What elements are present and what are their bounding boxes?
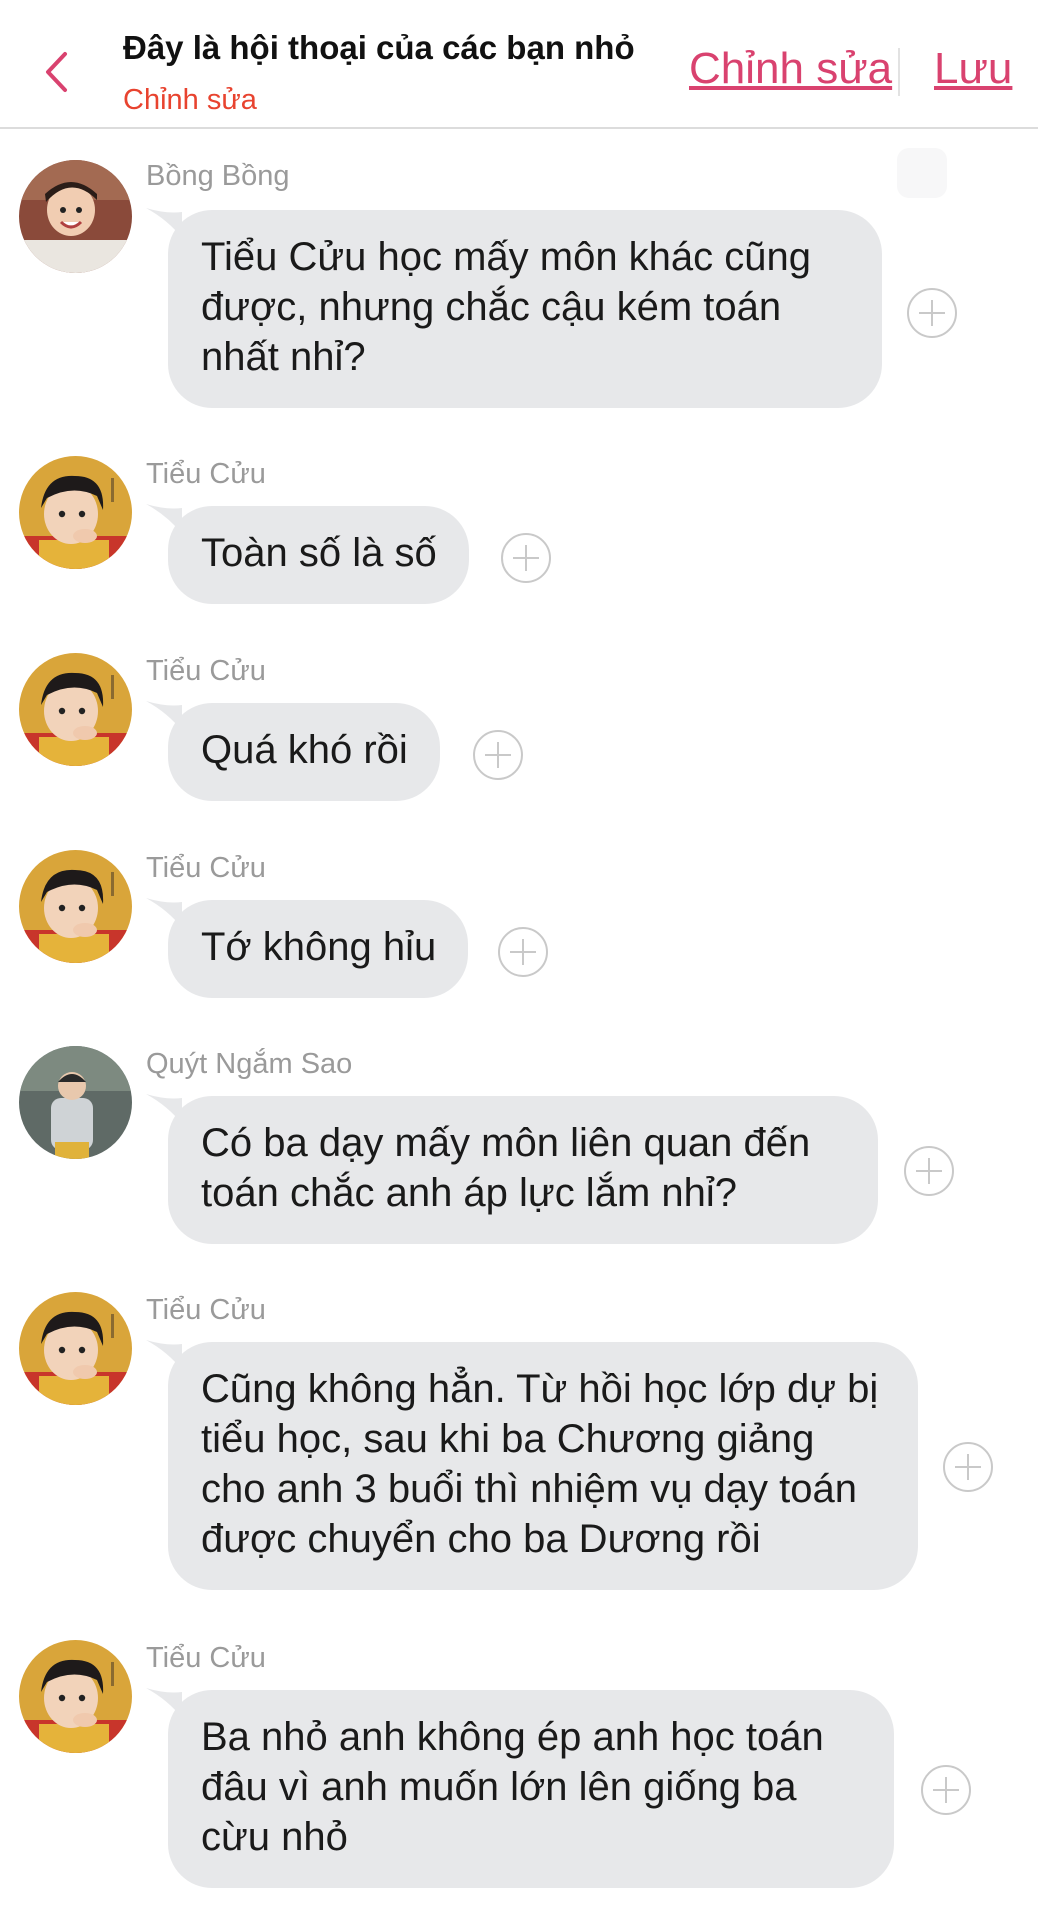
faint-overlay-icon [897,148,947,198]
sender-name: Tiểu Cửu [146,852,266,884]
back-button[interactable] [34,46,78,98]
subtitle-edit-label[interactable]: Chỉnh sửa [123,84,257,117]
sender-name: Tiểu Cửu [146,1294,266,1326]
avatar[interactable] [19,160,132,273]
add-reaction-button[interactable] [907,288,957,338]
edit-button[interactable]: Chỉnh sửa [689,44,892,94]
chevron-left-icon [46,52,67,92]
avatar[interactable] [19,850,132,963]
sender-name: Quýt Ngắm Sao [146,1048,353,1080]
save-button[interactable]: Lưu [934,44,1012,94]
header-divider [898,48,900,96]
avatar[interactable] [19,456,132,569]
avatar[interactable] [19,1046,132,1159]
add-reaction-button[interactable] [498,927,548,977]
add-reaction-button[interactable] [904,1146,954,1196]
sender-name: Tiểu Cửu [146,655,266,687]
sender-name: Tiểu Cửu [146,458,266,490]
message-bubble[interactable]: Cũng không hẳn. Từ hồi học lớp dự bị tiể… [168,1342,918,1590]
avatar[interactable] [19,1640,132,1753]
sender-name: Bồng Bồng [146,160,290,192]
message-bubble[interactable]: Quá khó rồi [168,703,440,801]
message-bubble[interactable]: Có ba dạy mấy môn liên quan đến toán chắ… [168,1096,878,1244]
add-reaction-button[interactable] [921,1765,971,1815]
message-bubble[interactable]: Tớ không hỉu [168,900,469,998]
avatar[interactable] [19,653,132,766]
sender-name: Tiểu Cửu [146,1642,266,1674]
message-bubble[interactable]: Tiểu Cửu học mấy môn khác cũng được, như… [168,210,882,408]
top-bar: Đây là hội thoại của các bạn nhỏ Chỉnh s… [0,0,1038,129]
conversation-title: Đây là hội thoại của các bạn nhỏ [123,29,635,66]
add-reaction-button[interactable] [943,1442,993,1492]
add-reaction-button[interactable] [501,533,551,583]
message-bubble[interactable]: Ba nhỏ anh không ép anh học toán đâu vì … [168,1690,894,1888]
add-reaction-button[interactable] [473,730,523,780]
avatar[interactable] [19,1292,132,1405]
message-bubble[interactable]: Toàn số là số [168,506,469,604]
